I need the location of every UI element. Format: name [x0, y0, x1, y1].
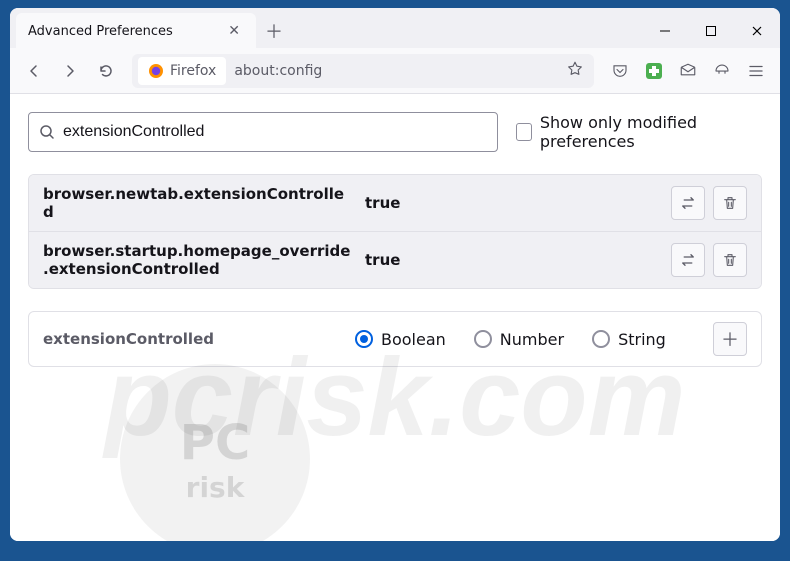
add-pref-name: extensionControlled: [43, 330, 333, 348]
radio-icon: [592, 330, 610, 348]
titlebar: Advanced Preferences ✕ ＋: [10, 8, 780, 48]
toolbar-right-icons: [604, 55, 772, 87]
firefox-icon: [148, 63, 164, 79]
radio-icon: [355, 330, 373, 348]
add-button[interactable]: ＋: [713, 322, 747, 356]
reload-button[interactable]: [90, 55, 122, 87]
forward-button[interactable]: [54, 55, 86, 87]
watermark-badge: PC risk: [120, 364, 310, 541]
toggle-button[interactable]: [671, 186, 705, 220]
page-content: Show only modified preferences browser.n…: [10, 94, 780, 541]
pref-row[interactable]: browser.newtab.extensionControlled true: [29, 175, 761, 231]
search-input[interactable]: [63, 123, 487, 141]
minimize-button[interactable]: [642, 14, 688, 48]
pocket-icon[interactable]: [604, 55, 636, 87]
url-bar[interactable]: Firefox about:config: [132, 54, 594, 88]
search-icon: [39, 124, 55, 140]
delete-button[interactable]: [713, 186, 747, 220]
extension-icon[interactable]: [638, 55, 670, 87]
pref-name: browser.startup.homepage_override.extens…: [43, 242, 353, 278]
row-actions: [671, 186, 747, 220]
back-button[interactable]: [18, 55, 50, 87]
pref-name: browser.newtab.extensionControlled: [43, 185, 353, 221]
window-controls: [642, 14, 780, 48]
identity-label: Firefox: [170, 63, 216, 79]
new-tab-button[interactable]: ＋: [256, 18, 292, 44]
radio-label: Boolean: [381, 330, 446, 349]
radio-icon: [474, 330, 492, 348]
close-window-button[interactable]: [734, 14, 780, 48]
url-text: about:config: [234, 63, 558, 79]
checkbox-label: Show only modified preferences: [540, 113, 762, 151]
bookmark-star-icon[interactable]: [566, 60, 584, 82]
navigation-toolbar: Firefox about:config: [10, 48, 780, 94]
pref-value: true: [365, 194, 659, 212]
search-row: Show only modified preferences: [28, 112, 762, 152]
search-box[interactable]: [28, 112, 498, 152]
preference-list: browser.newtab.extensionControlled true …: [28, 174, 762, 289]
row-actions: [671, 243, 747, 277]
identity-box[interactable]: Firefox: [138, 57, 226, 85]
radio-number[interactable]: Number: [474, 330, 564, 349]
inbox-icon[interactable]: [672, 55, 704, 87]
radio-label: Number: [500, 330, 564, 349]
pref-value: true: [365, 251, 659, 269]
tab-label: Advanced Preferences: [28, 24, 224, 39]
delete-button[interactable]: [713, 243, 747, 277]
shield-icon[interactable]: [706, 55, 738, 87]
browser-window: Advanced Preferences ✕ ＋: [10, 8, 780, 541]
add-preference-row: extensionControlled Boolean Number Strin…: [28, 311, 762, 367]
pref-row[interactable]: browser.startup.homepage_override.extens…: [29, 231, 761, 288]
radio-label: String: [618, 330, 666, 349]
radio-boolean[interactable]: Boolean: [355, 330, 446, 349]
show-modified-checkbox[interactable]: Show only modified preferences: [516, 113, 762, 151]
hamburger-menu-icon[interactable]: [740, 55, 772, 87]
type-radio-group: Boolean Number String: [355, 330, 691, 349]
toggle-button[interactable]: [671, 243, 705, 277]
radio-string[interactable]: String: [592, 330, 666, 349]
maximize-button[interactable]: [688, 14, 734, 48]
tab-advanced-preferences[interactable]: Advanced Preferences ✕: [16, 13, 256, 49]
close-tab-icon[interactable]: ✕: [224, 23, 244, 39]
checkbox-icon: [516, 123, 532, 141]
